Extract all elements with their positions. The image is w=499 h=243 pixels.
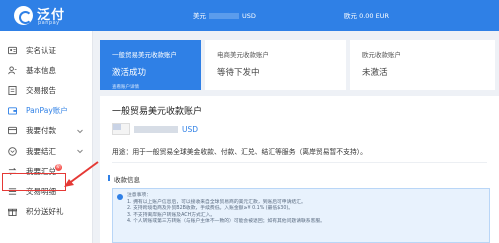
notice-line: 4. 个人转账或第三方转账（与账户主体不一致的）可能会被退回；如有其他问题请联系…	[127, 219, 325, 225]
main-content: 一般贸易美元收款账户 激活成功 查看账户详情 电商美元收款账户 等待下发中 欧元…	[100, 40, 499, 243]
sidebar-item-label: 积分送好礼	[26, 207, 64, 217]
section-heading: 收款信息	[108, 175, 140, 184]
panel-title: 一般贸易美元收款账户	[112, 107, 203, 117]
usd-amount-redacted	[209, 13, 239, 19]
notice-line: 2. 支持跨境电商及外贸B2B收款，手续费低。入账金额≥¥ 0.1% (最低$3…	[127, 206, 294, 212]
notice-line: 注意事项：	[127, 193, 151, 198]
tab-status: 未激活	[362, 68, 388, 78]
brand-subtitle: panpay	[38, 20, 60, 26]
tab-eur-account[interactable]: 欧元收款账户 未激活	[350, 40, 495, 90]
eur-balance: 欧元 0.00 EUR	[344, 12, 389, 20]
app-window: 泛付 panpay 实名认证 基本信息 交易报告 PanPay账户 我要付款 我…	[0, 0, 499, 243]
sidebar-item-rewards[interactable]: 积分送好礼	[0, 202, 93, 222]
chevron-down-icon	[77, 129, 83, 133]
tab-title: 一般贸易美元收款账户	[112, 51, 177, 59]
brand-logo-icon	[14, 6, 33, 25]
usd-suffix: USD	[242, 12, 256, 20]
logo-bar: 泛付 panpay	[0, 0, 93, 31]
sidebar-item-panpay-account[interactable]: PanPay账户	[0, 101, 93, 121]
sidebar-item-label: 基本信息	[26, 65, 56, 75]
sidebar-item-label: PanPay账户	[26, 106, 68, 116]
sidebar-item-settlement[interactable]: 我要结汇	[0, 141, 93, 161]
currency-row: USD	[112, 123, 198, 135]
notice-box: 注意事项： 1. 拥有以上账户信息后，可以接收来自全球贸易商的美元汇款，到账后可…	[112, 188, 490, 243]
annotation-highlight-box	[2, 173, 66, 191]
top-header: 美元 USD 欧元 0.00 EUR	[93, 0, 499, 31]
sidebar-item-payment[interactable]: 我要付款	[0, 121, 93, 141]
account-detail-panel: 一般贸易美元收款账户 USD 用途：用于一般贸易全球美金收款、付款、汇兑、结汇等…	[100, 96, 499, 243]
tab-title: 电商美元收款账户	[217, 51, 269, 59]
gift-icon	[8, 207, 17, 217]
sidebar-item-reports[interactable]: 交易报告	[0, 80, 93, 100]
divider	[112, 162, 487, 163]
user-icon	[8, 66, 17, 75]
us-flag-icon	[112, 123, 130, 135]
chevron-down-icon	[77, 149, 83, 154]
sidebar-item-label: 实名认证	[26, 45, 56, 55]
sidebar-item-label: 我要付款	[26, 126, 56, 136]
sidebar: 泛付 panpay 实名认证 基本信息 交易报告 PanPay账户 我要付款 我…	[0, 0, 93, 243]
pay-icon	[8, 126, 17, 135]
usd-label: 美元	[193, 12, 206, 20]
id-card-icon	[8, 46, 17, 55]
exchange-icon	[8, 146, 17, 156]
account-usage-text: 用途：用于一般贸易全球美金收款、付款、汇兑、结汇等服务（离岸贸易暂不支持）。	[112, 148, 367, 156]
tab-general-trade-usd[interactable]: 一般贸易美元收款账户 激活成功 查看账户详情	[100, 40, 201, 90]
report-icon	[8, 85, 17, 95]
sidebar-nav: 实名认证 基本信息 交易报告 PanPay账户 我要付款 我要结汇 我要汇兑 新…	[0, 40, 93, 222]
tab-status: 激活成功	[112, 68, 147, 78]
wallet-icon	[8, 106, 17, 115]
sidebar-item-label: 我要结汇	[26, 146, 56, 156]
annotation-arrow-icon	[64, 161, 99, 187]
usd-balance: 美元 USD	[193, 10, 256, 20]
sidebar-item-basic-info[interactable]: 基本信息	[0, 60, 93, 80]
account-tabs: 一般贸易美元收款账户 激活成功 查看账户详情 电商美元收款账户 等待下发中 欧元…	[100, 40, 499, 90]
currency-code: USD	[182, 124, 199, 134]
info-icon	[117, 194, 123, 200]
sidebar-item-label: 交易报告	[26, 85, 56, 95]
tab-title: 欧元收款账户	[362, 51, 401, 59]
account-number-redacted	[134, 125, 178, 133]
tab-status: 等待下发中	[217, 68, 260, 78]
tab-ecommerce-usd[interactable]: 电商美元收款账户 等待下发中	[205, 40, 346, 90]
sidebar-item-verification[interactable]: 实名认证	[0, 40, 93, 60]
tab-detail-link[interactable]: 查看账户详情	[112, 84, 201, 90]
